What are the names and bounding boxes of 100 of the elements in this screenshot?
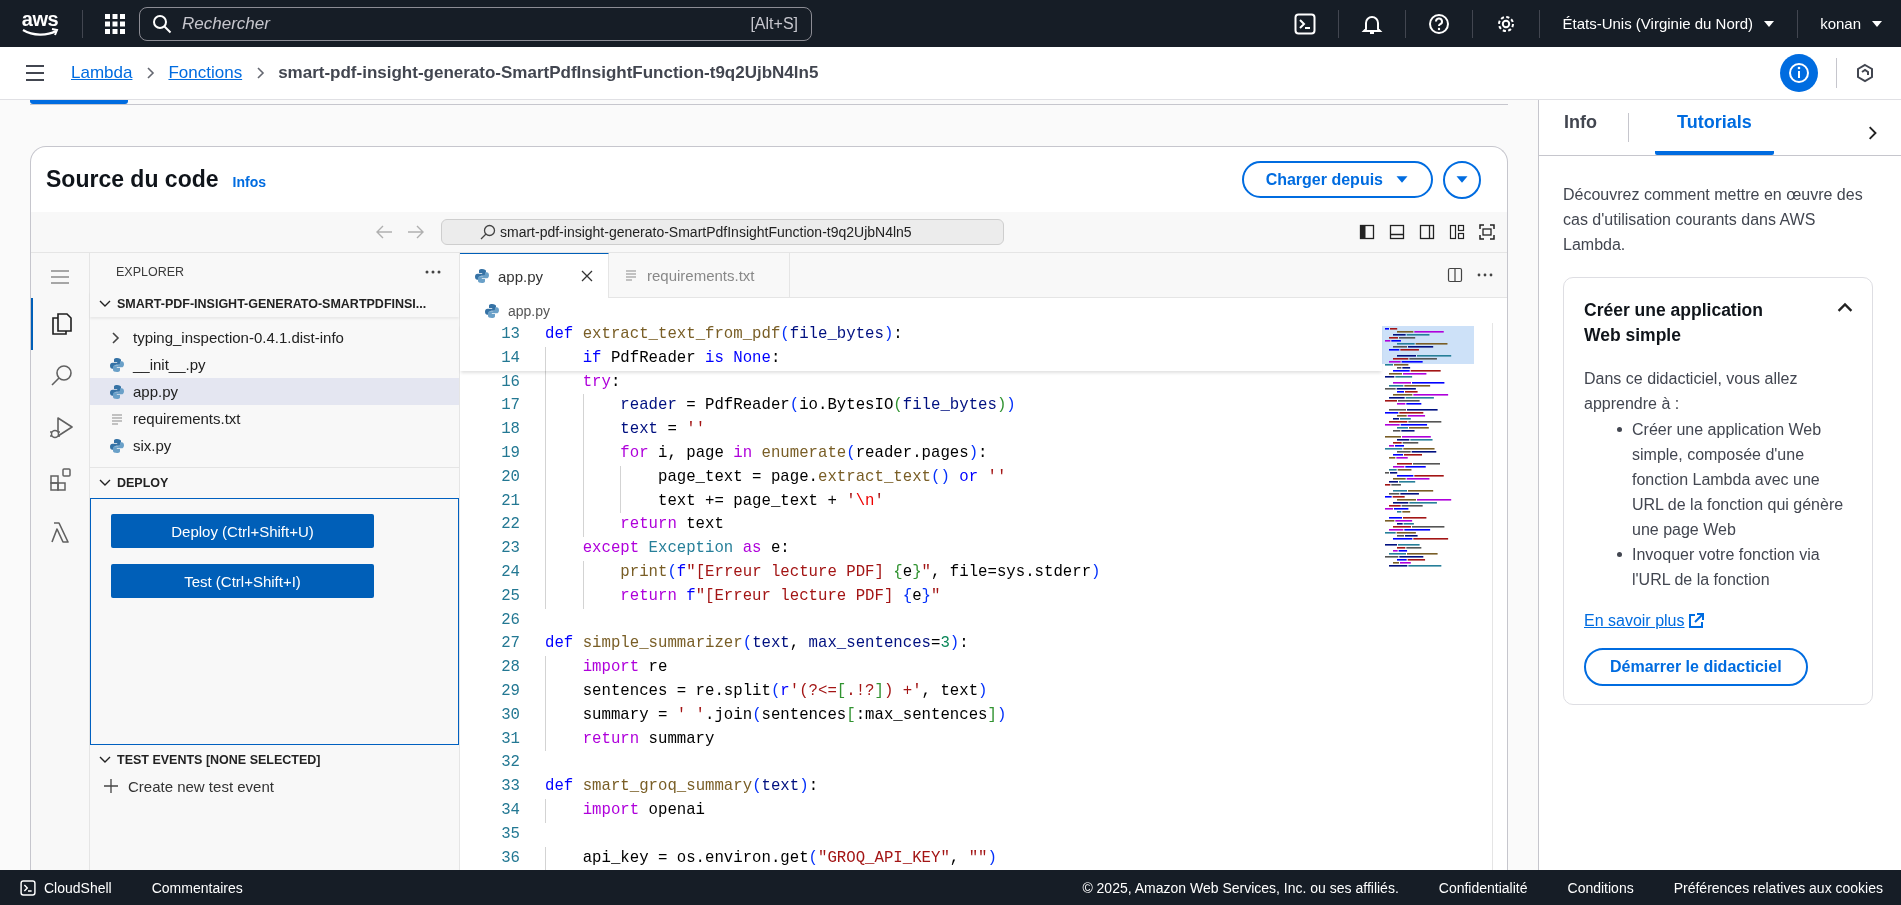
chevron-right-icon	[144, 66, 157, 80]
copyright-text: © 2025, Amazon Web Services, Inc. ou ses affiliés.	[1082, 879, 1399, 896]
code-line: sentences = re.split(r'(?<=[.!?]) +', text)	[545, 679, 988, 704]
breadcrumb-link[interactable]: Fonctions	[168, 63, 243, 83]
section-header[interactable]: TEST EVENTS [NONE SELECTED]	[117, 753, 321, 767]
line-number: 27	[500, 633, 520, 655]
cloudshell-link[interactable]: CloudShell	[20, 879, 112, 896]
line-number: 34	[500, 799, 520, 821]
help-icon[interactable]	[1428, 12, 1451, 35]
run-debug-icon[interactable]	[49, 415, 73, 441]
line-number: 21	[500, 490, 520, 512]
code-line: text = ''	[545, 418, 706, 442]
dropdown-button[interactable]	[1443, 160, 1481, 199]
user-menu[interactable]: konan	[1820, 15, 1883, 32]
split-editor-icon[interactable]	[1447, 267, 1463, 283]
line-number: 32	[500, 752, 520, 774]
caret-icon	[1763, 18, 1776, 29]
section-title: Source du code	[46, 166, 219, 193]
create-link[interactable]: Create new test event	[90, 773, 459, 799]
bullet-icon	[1617, 427, 1622, 432]
file-item[interactable]: app.py	[90, 378, 459, 405]
footer-link[interactable]: Préférences relatives aux cookies	[1673, 879, 1883, 896]
code-line: def smart_groq_summary(text):	[545, 776, 819, 798]
code-line: import re	[545, 656, 668, 680]
bullet-icon	[1617, 552, 1622, 557]
close-icon[interactable]	[580, 269, 594, 283]
code-line: def extract_text_from_pdf(file_bytes):	[545, 324, 903, 345]
action-button[interactable]: Test (Ctrl+Shift+I)	[111, 564, 374, 598]
line-number: 20	[500, 466, 520, 488]
menu-icon[interactable]	[25, 64, 45, 82]
files-icon[interactable]	[49, 311, 73, 337]
intro-text: Découvrez comment mettre en œuvre des cas d'utilisation courants dans AWS Lambda.	[1563, 185, 1864, 255]
more-icon[interactable]	[1477, 273, 1493, 277]
footer-link[interactable]: Conditions	[1567, 879, 1634, 896]
line-number: 28	[500, 657, 520, 679]
editor-tab[interactable]: app.py	[460, 253, 609, 298]
line-number: 26	[500, 609, 520, 631]
file-item[interactable]: __init__.py	[90, 351, 459, 378]
hexagon-icon[interactable]	[1855, 63, 1875, 83]
code-line: api_key = os.environ.get("GROQ_API_KEY", "")	[545, 846, 997, 870]
code-line: return summary	[545, 727, 715, 752]
bullet-text: Créer une application Web simple, composée d'une fonction Lambda avec une URL de la fonction qui génère une page Web	[1632, 420, 1845, 540]
line-number: 14	[500, 347, 520, 369]
file-item[interactable]: typing_inspection-0.4.1.dist-info	[90, 324, 459, 351]
section-header[interactable]: SMART-PDF-INSIGHT-GENERATO-SMARTPDFINSI...	[117, 297, 427, 311]
code-line: return f"[Erreur lecture PDF] {e}"	[545, 584, 941, 609]
more-icon[interactable]	[425, 270, 441, 274]
extensions-icon[interactable]	[49, 467, 73, 493]
python-icon	[109, 356, 125, 373]
sidebar-layout-icon[interactable]	[1359, 224, 1375, 240]
load-from-button[interactable]: Charger depuis	[1241, 161, 1433, 198]
breadcrumb-current: smart-pdf-insight-generato-SmartPdfInsightFunction-t9q2UjbN4ln5	[278, 63, 819, 83]
feedback-link[interactable]: Commentaires	[151, 879, 243, 896]
start-tutorial-button[interactable]: Démarrer le didacticiel	[1584, 648, 1808, 686]
python-icon	[484, 302, 500, 319]
file-item[interactable]: requirements.txt	[90, 405, 459, 432]
file-item[interactable]: six.py	[90, 432, 459, 459]
python-icon	[474, 268, 490, 284]
action-button[interactable]: Deploy (Ctrl+Shift+U)	[111, 514, 374, 548]
breadcrumb-link[interactable]: Lambda	[71, 63, 133, 83]
apps-grid-icon[interactable]	[105, 13, 125, 34]
line-number: 16	[500, 371, 520, 393]
text-file-icon	[623, 267, 639, 283]
line-number: 22	[500, 514, 520, 536]
panel-tab[interactable]: Info	[1559, 100, 1602, 155]
terminal-icon[interactable]	[1294, 12, 1317, 35]
command-center-field[interactable]: smart-pdf-insight-generato-SmartPdfInsightFunction-t9q2UjbN4ln5	[441, 219, 1004, 245]
secondary-sidebar-icon[interactable]	[1419, 224, 1435, 240]
footer-link[interactable]: Confidentialité	[1438, 879, 1528, 896]
line-number: 33	[500, 776, 520, 798]
learn-more-link[interactable]: En savoir plus	[1584, 612, 1685, 630]
smile-icon	[21, 28, 59, 37]
code-line: reader = PdfReader(io.BytesIO(file_bytes))	[545, 394, 1016, 419]
section-header[interactable]: DEPLOY	[117, 476, 169, 490]
code-line: if PdfReader is None:	[545, 346, 781, 371]
shortcut-hint: [Alt+S]	[750, 14, 798, 33]
line-number: 25	[500, 585, 520, 607]
caret-icon	[1455, 174, 1469, 185]
line-number: 29	[500, 680, 520, 702]
external-link-icon[interactable]	[1687, 613, 1704, 629]
panel-tab[interactable]: Tutorials	[1655, 100, 1774, 155]
aws-logo[interactable]: aws	[20, 10, 60, 37]
line-number: 30	[500, 704, 520, 726]
tutorial-title: Créer une application Web simple	[1584, 299, 1764, 347]
code-line: except Exception as e:	[545, 537, 790, 561]
line-number: 35	[500, 823, 520, 845]
info-link[interactable]: Infos	[232, 173, 266, 190]
line-number: 17	[500, 395, 520, 417]
file-breadcrumb[interactable]: app.py	[460, 298, 557, 323]
region-menu[interactable]: États-Unis (Virginie du Nord)	[1562, 15, 1776, 32]
line-number: 36	[500, 847, 520, 869]
python-icon	[109, 383, 125, 400]
search-icon	[480, 224, 496, 240]
fullscreen-icon[interactable]	[1479, 224, 1495, 240]
panel-layout-icon[interactable]	[1389, 224, 1405, 240]
chevron-right-icon	[254, 66, 267, 80]
line-number: 13	[500, 324, 520, 345]
customize-layout-icon[interactable]	[1449, 224, 1465, 240]
info-icon[interactable]	[1780, 54, 1818, 92]
caret-icon	[1395, 174, 1409, 185]
